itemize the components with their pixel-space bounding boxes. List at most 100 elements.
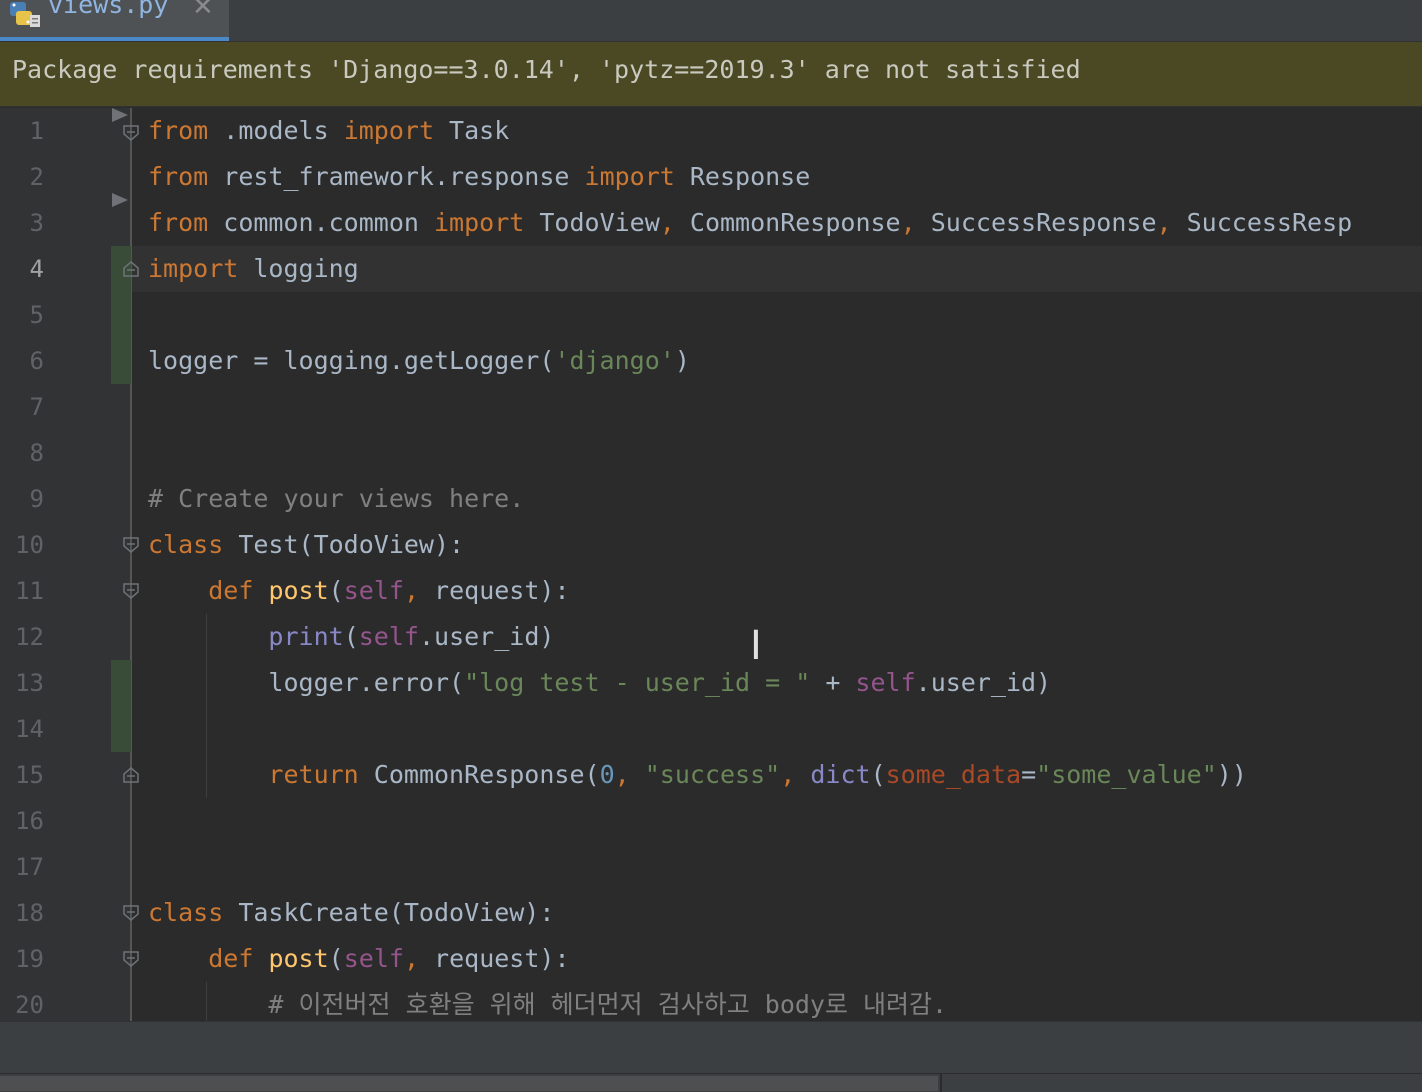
code-token: Response [674, 162, 811, 191]
line-number[interactable]: 3 [0, 200, 44, 246]
code-token: from [148, 116, 209, 145]
code-token: class [148, 530, 224, 559]
scrollbar-thumb[interactable] [0, 1076, 938, 1091]
code-token: from [148, 162, 209, 191]
code-line[interactable]: class Test(TodoView): [148, 522, 464, 568]
code-token: .models [208, 116, 344, 145]
code-token: post [268, 944, 329, 973]
close-icon[interactable]: ✕ [192, 0, 214, 22]
code-token: 'django' [554, 346, 675, 375]
code-token: rest_framework.response [208, 162, 585, 191]
code-token: , [403, 944, 419, 973]
tab-views-py[interactable]: views.py ✕ [0, 0, 229, 41]
code-token: class [148, 898, 224, 927]
line-number[interactable]: 9 [0, 476, 44, 522]
code-token: )) [1216, 760, 1247, 789]
gutter-separator [130, 108, 132, 1021]
text-cursor-icon: I [750, 623, 762, 669]
fold-end-icon[interactable] [122, 766, 140, 784]
line-number[interactable]: 11 [0, 568, 44, 614]
code-token: CommonResponse [674, 208, 901, 237]
scrollbar-divider [940, 1074, 942, 1092]
code-token: SuccessResp [1171, 208, 1353, 237]
code-token: self [343, 576, 404, 605]
code-line[interactable]: def post(self, request): [148, 568, 570, 614]
line-number[interactable]: 7 [0, 384, 44, 430]
line-number[interactable]: 1 [0, 108, 44, 154]
line-number[interactable]: 2 [0, 154, 44, 200]
code-line[interactable]: # 이전버전 호환을 위해 헤더먼저 검사하고 body로 내려감. [148, 982, 947, 1021]
code-token: # 이전버전 호환을 위해 헤더먼저 검사하고 body로 내려감. [148, 990, 948, 1019]
code-token: return [268, 760, 359, 789]
code-line[interactable]: def post(self, request): [148, 936, 569, 982]
code-token: import [148, 254, 239, 283]
gutter-arrow-icon[interactable] [112, 193, 128, 207]
code-token: ( [328, 944, 344, 973]
code-token: common.common [208, 208, 434, 237]
vcs-change-marker[interactable] [111, 660, 131, 752]
code-token: .user_id) [418, 622, 555, 651]
line-number[interactable]: 18 [0, 890, 44, 936]
fold-icon[interactable] [122, 904, 140, 922]
package-requirements-banner: Package requirements 'Django==3.0.14', '… [0, 42, 1422, 107]
line-number[interactable]: 8 [0, 430, 44, 476]
line-number[interactable]: 5 [0, 292, 44, 338]
line-number[interactable]: 13 [0, 660, 44, 706]
code-line[interactable]: from rest_framework.response import Resp… [148, 154, 810, 200]
code-line[interactable]: logger = logging.getLogger('django') [148, 338, 690, 384]
line-number[interactable]: 14 [0, 706, 44, 752]
line-number[interactable]: 12 [0, 614, 44, 660]
line-number[interactable]: 17 [0, 844, 44, 890]
line-number[interactable]: 16 [0, 798, 44, 844]
code-line[interactable]: # Create your views here. [148, 476, 524, 522]
ide-window: views.py ✕ Package requirements 'Django=… [0, 0, 1422, 1092]
code-token: post [268, 576, 329, 605]
line-number[interactable]: 15 [0, 752, 44, 798]
code-line[interactable]: print(self.user_id) [148, 614, 554, 660]
code-token: logging [238, 254, 359, 283]
code-token: TaskCreate(TodoView): [223, 898, 555, 927]
line-number[interactable]: 4 [0, 246, 44, 292]
code-token: Test(TodoView): [223, 530, 465, 559]
code-line[interactable]: class TaskCreate(TodoView): [148, 890, 554, 936]
code-token: import [343, 116, 434, 145]
code-token: ( [343, 622, 359, 651]
code-token: , [780, 760, 796, 789]
code-token: + [810, 668, 856, 697]
code-token: import [434, 208, 525, 237]
code-line[interactable]: from .models import Task [148, 108, 509, 154]
line-number[interactable]: 6 [0, 338, 44, 384]
fold-icon[interactable] [122, 950, 140, 968]
horizontal-scrollbar[interactable] [0, 1073, 1422, 1092]
fold-icon[interactable] [122, 582, 140, 600]
code-token: request): [419, 576, 570, 605]
code-token: # Create your views here. [148, 484, 525, 513]
code-token: , [614, 760, 630, 789]
fold-icon[interactable] [122, 536, 140, 554]
line-number[interactable]: 10 [0, 522, 44, 568]
code-line[interactable]: return CommonResponse(0, "success", dict… [148, 752, 1247, 798]
code-line[interactable]: logger.error("log test - user_id = " + s… [148, 660, 1051, 706]
line-number[interactable]: 20 [0, 982, 44, 1021]
code-token: from [148, 208, 209, 237]
code-token: ( [328, 576, 344, 605]
code-editor[interactable]: 1 2 3 4 5 6 7 8 9 10 11 12 13 14 15 16 17 18 19 20 from .mo… [0, 108, 1422, 1021]
code-token: "success" [644, 760, 781, 789]
code-token: ( [870, 760, 886, 789]
code-token: self [358, 622, 419, 651]
code-token: , [1156, 208, 1172, 237]
code-token: import [584, 162, 675, 191]
code-token: "log test - user_id = " [464, 668, 811, 697]
line-number[interactable]: 19 [0, 936, 44, 982]
code-line[interactable]: from common.common import TodoView, Comm… [148, 200, 1352, 246]
code-line[interactable]: import logging [148, 246, 359, 292]
code-token: self [343, 944, 404, 973]
fold-icon[interactable] [122, 124, 140, 142]
code-token: 0 [599, 760, 615, 789]
fold-end-icon[interactable] [122, 260, 140, 278]
gutter-arrow-icon[interactable] [112, 108, 128, 122]
